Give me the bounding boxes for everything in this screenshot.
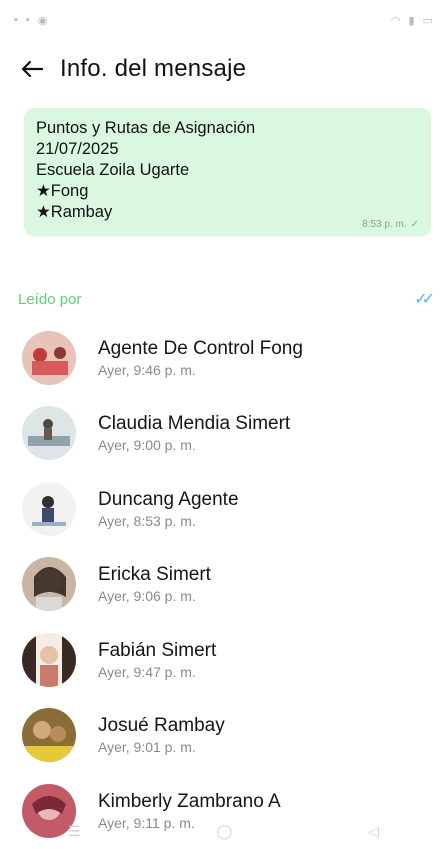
recents-icon[interactable]: ☰ [68, 823, 81, 840]
avatar [22, 557, 76, 612]
signal-icon: ▮ [408, 14, 415, 27]
back-nav-icon[interactable]: ◁ [368, 823, 379, 840]
list-item[interactable]: Claudia Mendia Simert Ayer, 9:00 p. m. [0, 396, 447, 472]
avatar [22, 481, 76, 536]
section-title: Leído por [18, 290, 82, 308]
page-title: Info. del mensaje [60, 55, 247, 82]
message-line: Puntos y Rutas de Asignación [36, 119, 256, 137]
person-name: Fabián Simert [98, 639, 217, 661]
read-time: Ayer, 9:06 p. m. [98, 588, 196, 605]
notification-icon: ▪ [25, 14, 30, 26]
read-time: Ayer, 8:53 p. m. [98, 512, 196, 529]
message-line: Escuela Zoila Ugarte [36, 161, 190, 179]
avatar [22, 708, 76, 763]
list-item[interactable]: Agente De Control Fong Ayer, 9:46 p. m. [0, 320, 447, 396]
notification-icon: ▪ [14, 14, 18, 26]
person-name: Josué Rambay [98, 715, 225, 737]
battery-icon: ▭ [422, 14, 433, 27]
wifi-icon: ◠ [390, 14, 401, 27]
list-item[interactable]: Duncang Agente Ayer, 8:53 p. m. [0, 471, 447, 547]
person-name: Duncang Agente [98, 488, 239, 510]
message-line: 21/07/2025 [36, 140, 119, 158]
list-item[interactable]: Fabián Simert Ayer, 9:47 p. m. [0, 622, 447, 698]
person-name: Claudia Mendia Simert [98, 413, 291, 435]
avatar [22, 406, 76, 461]
status-bar: ▪ ▪ ◉ ◠ ▮ ▭ [0, 0, 447, 40]
system-nav-bar: ☰ ◯ ◁ [0, 818, 447, 844]
avatar [22, 632, 76, 687]
back-arrow-icon[interactable] [10, 47, 54, 91]
person-name: Ericka Simert [98, 564, 211, 586]
person-name: Kimberly Zambrano A [98, 790, 281, 812]
person-name: Agente De Control Fong [98, 337, 303, 359]
message-time: 8:53 p. m. [362, 219, 407, 230]
avatar [22, 330, 76, 385]
read-by-list: Agente De Control Fong Ayer, 9:46 p. m. … [0, 320, 447, 849]
app-bar: Info. del mensaje [0, 40, 447, 98]
read-time: Ayer, 9:01 p. m. [98, 739, 196, 756]
double-check-icon: ✓✓ [414, 291, 435, 308]
message-bubble: Puntos y Rutas de Asignación 21/07/2025 … [24, 108, 431, 236]
read-time: Ayer, 9:47 p. m. [98, 663, 196, 680]
list-item[interactable]: Ericka Simert Ayer, 9:06 p. m. [0, 547, 447, 623]
home-icon[interactable]: ◯ [217, 823, 233, 840]
message-meta: 8:53 p. m. ✓ [362, 219, 419, 230]
read-time: Ayer, 9:46 p. m. [98, 361, 196, 378]
read-time: Ayer, 9:00 p. m. [98, 437, 196, 454]
list-item[interactable]: Josué Rambay Ayer, 9:01 p. m. [0, 698, 447, 774]
read-by-header: Leído por ✓✓ [0, 284, 447, 314]
notification-icon: ◉ [37, 14, 48, 27]
check-icon: ✓ [410, 219, 419, 230]
message-line: ★Fong [36, 182, 89, 200]
